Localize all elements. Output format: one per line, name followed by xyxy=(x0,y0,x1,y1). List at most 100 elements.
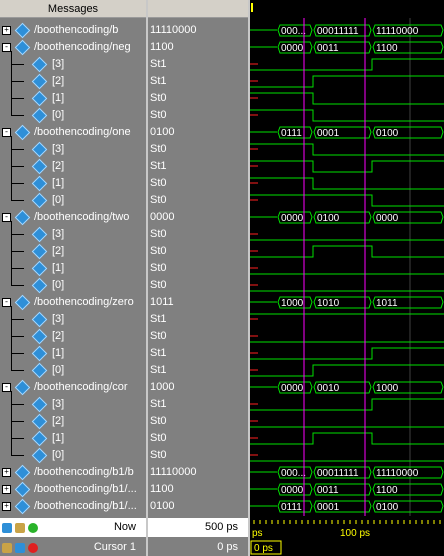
signal-diamond-icon xyxy=(31,90,48,107)
signal-bit-row[interactable]: [2] xyxy=(0,328,146,345)
signal-value: St0 xyxy=(150,245,167,257)
signal-value: 1011 xyxy=(150,296,174,308)
signal-row[interactable]: + /boothencoding/b1/b xyxy=(0,464,146,481)
expand-icon[interactable]: + xyxy=(2,468,11,477)
signal-diamond-icon xyxy=(31,158,48,175)
signal-bit-row[interactable]: [1] xyxy=(0,90,146,107)
signal-bit-name: [2] xyxy=(52,415,65,427)
tree-line xyxy=(11,251,24,252)
expand-icon[interactable]: + xyxy=(2,502,11,511)
signal-row[interactable]: - /boothencoding/one xyxy=(0,124,146,141)
signal-value: St0 xyxy=(150,109,167,121)
signal-bit-name: [0] xyxy=(52,364,65,376)
signal-bit-row[interactable]: [1] xyxy=(0,175,146,192)
signal-name: /boothencoding/b1/b xyxy=(34,466,134,478)
signal-bit-row[interactable]: [1] xyxy=(0,345,146,362)
collapse-icon[interactable]: - xyxy=(2,213,11,222)
lock-icon[interactable] xyxy=(28,523,39,533)
delete-cursor-icon[interactable] xyxy=(28,543,39,553)
tree-line xyxy=(11,51,12,115)
signal-bit-row[interactable]: [0] xyxy=(0,362,146,379)
signal-row[interactable]: + /boothencoding/b1/... xyxy=(0,481,146,498)
signal-bit-row[interactable]: [0] xyxy=(0,277,146,294)
waveform-canvas[interactable]: 000... 00011111 11110000 0000 0011 1100 0111 00… xyxy=(250,0,444,556)
signal-bit-row[interactable]: [3] xyxy=(0,396,146,413)
signal-bit-name: [2] xyxy=(52,330,65,342)
signal-row[interactable]: - /boothencoding/zero xyxy=(0,294,146,311)
bus-wave-value: 0010 xyxy=(317,383,340,394)
cursor-lock-icon[interactable] xyxy=(2,543,12,553)
signal-bit-name: [3] xyxy=(52,58,65,70)
signal-value: St1 xyxy=(150,160,167,172)
bus-wave-value: 00011111 xyxy=(317,26,359,37)
tree-line xyxy=(11,353,24,354)
cursor-readout: 0 ps xyxy=(254,543,273,554)
signal-bit-row[interactable]: [3] xyxy=(0,311,146,328)
signal-name: /boothencoding/b xyxy=(34,24,119,36)
signal-name: /boothencoding/neg xyxy=(34,41,131,53)
signal-bit-row[interactable]: [1] xyxy=(0,430,146,447)
wave-header-marker xyxy=(251,3,253,12)
bus-wave-value: 0100 xyxy=(317,213,340,224)
signal-diamond-icon xyxy=(14,498,31,515)
expand-icon[interactable]: + xyxy=(2,26,11,35)
signal-bit-name: [3] xyxy=(52,313,65,325)
collapse-icon[interactable]: - xyxy=(2,43,11,52)
signal-bit-row[interactable]: [2] xyxy=(0,158,146,175)
tree-line xyxy=(11,438,24,439)
signal-bit-row[interactable]: [0] xyxy=(0,447,146,464)
signal-diamond-icon xyxy=(31,413,48,430)
names-header: Messages xyxy=(0,0,146,18)
signal-bit-row[interactable]: [0] xyxy=(0,107,146,124)
signal-diamond-icon xyxy=(14,39,31,56)
signal-diamond-icon xyxy=(31,311,48,328)
cursor-label[interactable]: Cursor 1 xyxy=(94,538,136,556)
signal-row[interactable]: - /boothencoding/two xyxy=(0,209,146,226)
signal-row[interactable]: - /boothencoding/cor xyxy=(0,379,146,396)
signal-value: St1 xyxy=(150,75,167,87)
edit-icon[interactable] xyxy=(15,523,26,533)
signal-diamond-icon xyxy=(31,226,48,243)
signal-name: /boothencoding/b1/... xyxy=(34,483,137,495)
signal-value: 1100 xyxy=(150,483,174,495)
cursor-edit-icon[interactable] xyxy=(15,543,26,553)
collapse-icon[interactable]: - xyxy=(2,383,11,392)
signal-bit-name: [2] xyxy=(52,75,65,87)
collapse-icon[interactable]: - xyxy=(2,128,11,137)
bus-wave-value: 1100 xyxy=(376,485,398,496)
signal-bit-row[interactable]: [2] xyxy=(0,73,146,90)
tree-line xyxy=(11,391,12,455)
timeline-label-start: ps xyxy=(252,528,263,539)
signal-bit-row[interactable]: [3] xyxy=(0,226,146,243)
signal-diamond-icon xyxy=(14,481,31,498)
tree-line xyxy=(11,136,12,200)
wave-header xyxy=(250,0,444,18)
signal-bit-row[interactable]: [0] xyxy=(0,192,146,209)
tree-line xyxy=(11,455,24,456)
cursor-toolbar-icons[interactable] xyxy=(2,541,39,556)
bit-wave xyxy=(250,432,444,445)
signal-bit-row[interactable]: [2] xyxy=(0,243,146,260)
bit-wave xyxy=(250,109,444,122)
signal-bit-row[interactable]: [1] xyxy=(0,260,146,277)
bit-wave xyxy=(250,398,444,411)
signal-diamond-icon xyxy=(31,430,48,447)
bit-wave xyxy=(250,364,444,377)
expand-icon[interactable]: + xyxy=(2,485,11,494)
signal-value: St1 xyxy=(150,364,167,376)
add-icon[interactable] xyxy=(2,523,12,533)
collapse-icon[interactable]: - xyxy=(2,298,11,307)
signal-row[interactable]: - /boothencoding/neg xyxy=(0,39,146,56)
signal-value: 1100 xyxy=(150,41,174,53)
signal-bit-row[interactable]: [3] xyxy=(0,141,146,158)
signal-bit-row[interactable]: [3] xyxy=(0,56,146,73)
bus-wave-value: 1011 xyxy=(376,298,398,309)
signal-value: St0 xyxy=(150,262,167,274)
bus-wave-value: 0000 xyxy=(281,43,304,54)
signal-diamond-icon xyxy=(14,294,31,311)
signal-bit-row[interactable]: [2] xyxy=(0,413,146,430)
signal-row[interactable]: + /boothencoding/b xyxy=(0,22,146,39)
waveform-pane[interactable]: 000... 00011111 11110000 0000 0011 1100 0111 00… xyxy=(250,0,444,556)
signal-row[interactable]: + /boothencoding/b1/... xyxy=(0,498,146,515)
signal-bit-name: [0] xyxy=(52,449,65,461)
